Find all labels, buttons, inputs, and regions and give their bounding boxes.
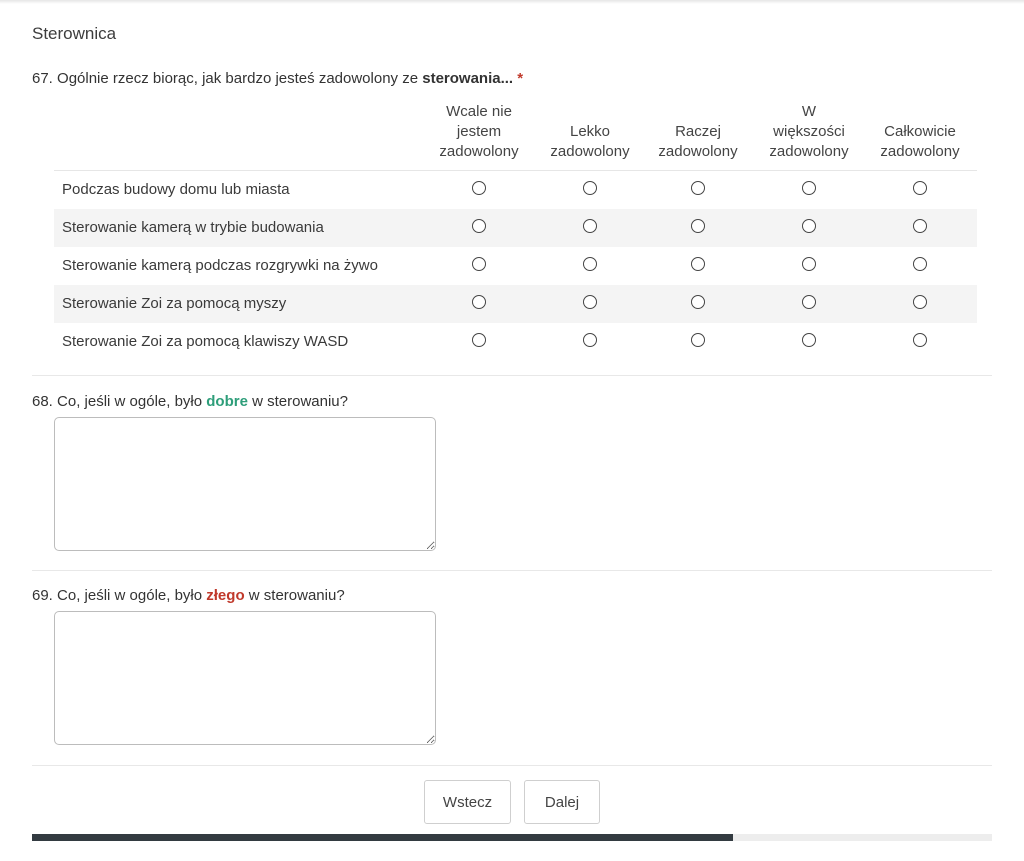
required-mark: * bbox=[517, 70, 524, 87]
divider bbox=[32, 375, 992, 376]
question-67-text: Ogólnie rzecz biorąc, jak bardzo jesteś … bbox=[57, 70, 419, 87]
progress-bar bbox=[32, 834, 992, 841]
back-button[interactable]: Wstecz bbox=[424, 780, 511, 824]
column-header-2: Lekko zadowolony bbox=[535, 102, 645, 162]
column-header-3: Raczej zadowolony bbox=[643, 102, 753, 162]
column-header-line: Całkowicie bbox=[884, 123, 956, 140]
radio-option-5[interactable] bbox=[913, 333, 927, 347]
radio-option-4[interactable] bbox=[802, 181, 816, 195]
matrix-row: Podczas budowy domu lub miasta bbox=[54, 171, 977, 209]
column-header-line: Wcale nie bbox=[446, 103, 512, 120]
radio-option-4[interactable] bbox=[802, 333, 816, 347]
column-header-line: większości bbox=[773, 123, 845, 140]
question-67-number: 67. bbox=[32, 70, 53, 87]
matrix-row: Sterowanie Zoi za pomocą myszy bbox=[54, 285, 977, 323]
column-header-4: Wwiększości zadowolony bbox=[754, 102, 864, 162]
radio-option-2[interactable] bbox=[583, 333, 597, 347]
column-header-1: Wcale nie jestem zadowolony bbox=[424, 102, 534, 162]
radio-option-3[interactable] bbox=[691, 257, 705, 271]
column-header-line: zadowolony bbox=[769, 143, 849, 160]
radio-option-5[interactable] bbox=[913, 219, 927, 233]
matrix-rows: Podczas budowy domu lub miasta Sterowanie… bbox=[54, 171, 977, 361]
matrix-row-label: Podczas budowy domu lub miasta bbox=[62, 181, 290, 198]
column-header-line: zadowolony bbox=[880, 143, 960, 160]
radio-option-1[interactable] bbox=[472, 295, 486, 309]
column-header-line: zadowolony bbox=[439, 143, 519, 160]
column-header-line: zadowolony bbox=[658, 143, 738, 160]
radio-option-3[interactable] bbox=[691, 219, 705, 233]
column-header-text: Raczej zadowolony bbox=[658, 122, 737, 162]
question-69-suffix: w sterowaniu? bbox=[248, 587, 345, 604]
column-header-line: jestem bbox=[456, 123, 502, 140]
next-button[interactable]: Dalej bbox=[524, 780, 600, 824]
question-68-highlight: dobre bbox=[206, 393, 248, 410]
question-67: 67. Ogólnie rzecz biorąc, jak bardzo jes… bbox=[32, 70, 523, 87]
answer-68-textarea[interactable] bbox=[54, 417, 436, 551]
column-header-text: Całkowicie zadowolony bbox=[880, 122, 959, 162]
column-header-text: Wwiększości zadowolony bbox=[769, 102, 848, 162]
column-header-text: Lekko zadowolony bbox=[550, 122, 629, 162]
divider bbox=[32, 570, 992, 571]
matrix-row-label: Sterowanie Zoi za pomocą klawiszy WASD bbox=[62, 333, 349, 350]
question-69-highlight: złego bbox=[206, 587, 245, 604]
question-68-prefix: 68. Co, jeśli w ogóle, było bbox=[32, 393, 203, 410]
radio-option-4[interactable] bbox=[802, 257, 816, 271]
column-header-text: Wcale nie jestem zadowolony bbox=[439, 102, 518, 162]
column-header-line: zadowolony bbox=[550, 143, 630, 160]
radio-option-5[interactable] bbox=[913, 257, 927, 271]
radio-option-2[interactable] bbox=[583, 181, 597, 195]
radio-option-5[interactable] bbox=[913, 181, 927, 195]
radio-option-3[interactable] bbox=[691, 295, 705, 309]
question-67-bold: sterowania... bbox=[422, 70, 514, 87]
column-header-line: Lekko bbox=[569, 123, 611, 140]
column-header-5: Całkowicie zadowolony bbox=[865, 102, 975, 162]
radio-option-5[interactable] bbox=[913, 295, 927, 309]
matrix-header: Wcale nie jestem zadowolony Lekko zadowolony… bbox=[54, 102, 977, 171]
radio-option-1[interactable] bbox=[472, 219, 486, 233]
matrix-row-label: Sterowanie kamerą w trybie budowania bbox=[62, 219, 324, 236]
progress-fill bbox=[32, 834, 733, 841]
section-title: Sterownica bbox=[32, 24, 117, 43]
question-69: 69. Co, jeśli w ogóle, było złego w ster… bbox=[32, 587, 345, 604]
matrix-row-label: Sterowanie kamerą podczas rozgrywki na ż… bbox=[62, 257, 378, 274]
radio-option-4[interactable] bbox=[802, 295, 816, 309]
radio-option-1[interactable] bbox=[472, 181, 486, 195]
radio-option-1[interactable] bbox=[472, 257, 486, 271]
matrix-row-label: Sterowanie Zoi za pomocą myszy bbox=[62, 295, 287, 312]
column-header-line: Raczej bbox=[675, 123, 721, 140]
matrix-row: Sterowanie kamerą w trybie budowania bbox=[54, 209, 977, 247]
rating-matrix: Wcale nie jestem zadowolony Lekko zadowolony… bbox=[54, 102, 977, 361]
question-68-suffix: w sterowaniu? bbox=[252, 393, 348, 410]
divider bbox=[32, 765, 992, 766]
matrix-row: Sterowanie Zoi za pomocą klawiszy WASD bbox=[54, 323, 977, 361]
question-69-prefix: 69. Co, jeśli w ogóle, było bbox=[32, 587, 203, 604]
radio-option-2[interactable] bbox=[583, 257, 597, 271]
radio-option-3[interactable] bbox=[691, 333, 705, 347]
top-shadow bbox=[0, 0, 1024, 4]
column-header-line: W bbox=[801, 103, 817, 120]
matrix-row: Sterowanie kamerą podczas rozgrywki na ż… bbox=[54, 247, 977, 285]
question-68: 68. Co, jeśli w ogóle, było dobre w ster… bbox=[32, 393, 348, 410]
radio-option-2[interactable] bbox=[583, 219, 597, 233]
answer-69-textarea[interactable] bbox=[54, 611, 436, 745]
radio-option-2[interactable] bbox=[583, 295, 597, 309]
radio-option-4[interactable] bbox=[802, 219, 816, 233]
radio-option-1[interactable] bbox=[472, 333, 486, 347]
radio-option-3[interactable] bbox=[691, 181, 705, 195]
